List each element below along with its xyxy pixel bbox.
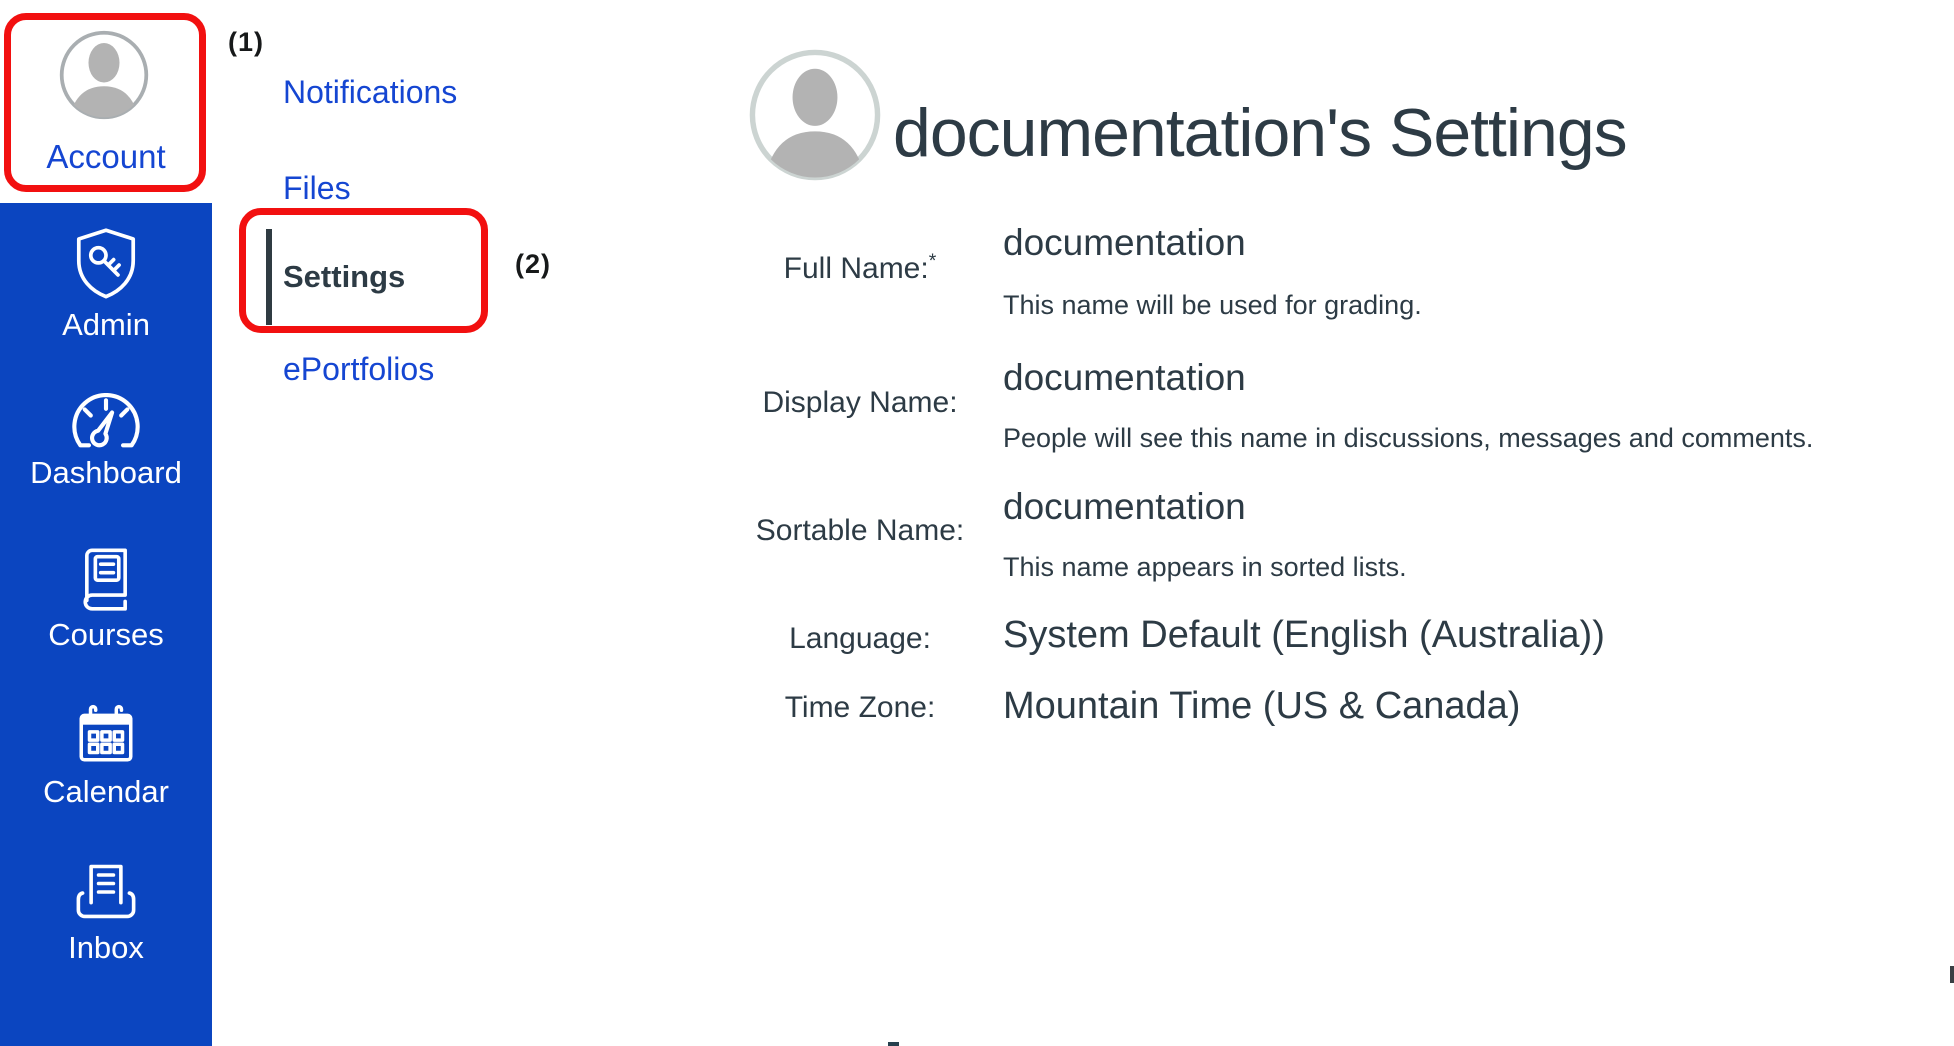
nav-item-label: Admin [62,307,150,342]
field-label-text: Full Name: [783,252,929,285]
global-nav-rail: Admin Dashboard Courses Calendar Inbox [0,203,212,1046]
field-value-language: System Default (English (Australia)) [1003,614,1605,656]
clipped-content-artifact [888,1042,899,1046]
annotation-box-1 [4,13,206,192]
required-asterisk: * [928,250,937,272]
annotation-box-2 [239,208,488,333]
nav-item-dashboard[interactable]: Dashboard [0,362,212,519]
page-title: documentation's Settings [893,95,1628,171]
shield-key-icon [71,227,141,301]
nav-link-eportfolios[interactable]: ePortfolios [283,351,434,388]
field-label-language: Language: [789,622,931,655]
annotation-step-1: (1) [228,27,264,57]
nav-item-label: Calendar [43,774,169,809]
nav-item-calendar[interactable]: Calendar [0,676,212,833]
nav-item-label: Dashboard [30,455,182,490]
profile-avatar [749,49,881,181]
nav-item-label: Courses [48,617,164,652]
field-value-time-zone: Mountain Time (US & Canada) [1003,685,1521,727]
nav-item-label: Inbox [68,930,144,965]
annotation-step-2: (2) [515,249,551,279]
calendar-icon [73,702,139,768]
field-label-full-name: Full Name:* [730,250,990,286]
nav-item-courses[interactable]: Courses [0,519,212,676]
field-value-sortable-name: documentation [1003,486,1246,527]
field-value-full-name: documentation [1003,222,1246,263]
canvas-user-settings-page: Account Admin Dashboard Courses Calendar… [0,0,1954,1046]
inbox-tray-icon [72,860,140,924]
nav-item-admin[interactable]: Admin [0,205,212,362]
nav-item-account[interactable]: Account [0,0,212,203]
field-label-display-name: Display Name: [762,386,958,419]
field-help-sortable-name: This name appears in sorted lists. [1003,552,1407,582]
nav-item-inbox[interactable]: Inbox [0,833,212,990]
book-icon [74,545,138,611]
field-label-sortable-name: Sortable Name: [755,514,965,547]
nav-link-files[interactable]: Files [283,170,351,207]
field-help-display-name: People will see this name in discussions… [1003,423,1814,453]
clipped-content-artifact [1950,966,1954,983]
gauge-icon [67,393,145,449]
nav-link-notifications[interactable]: Notifications [283,74,457,111]
field-help-full-name: This name will be used for grading. [1003,290,1422,320]
field-label-time-zone: Time Zone: [784,691,936,724]
field-value-display-name: documentation [1003,357,1246,398]
global-nav: Account Admin Dashboard Courses Calendar… [0,0,212,1046]
